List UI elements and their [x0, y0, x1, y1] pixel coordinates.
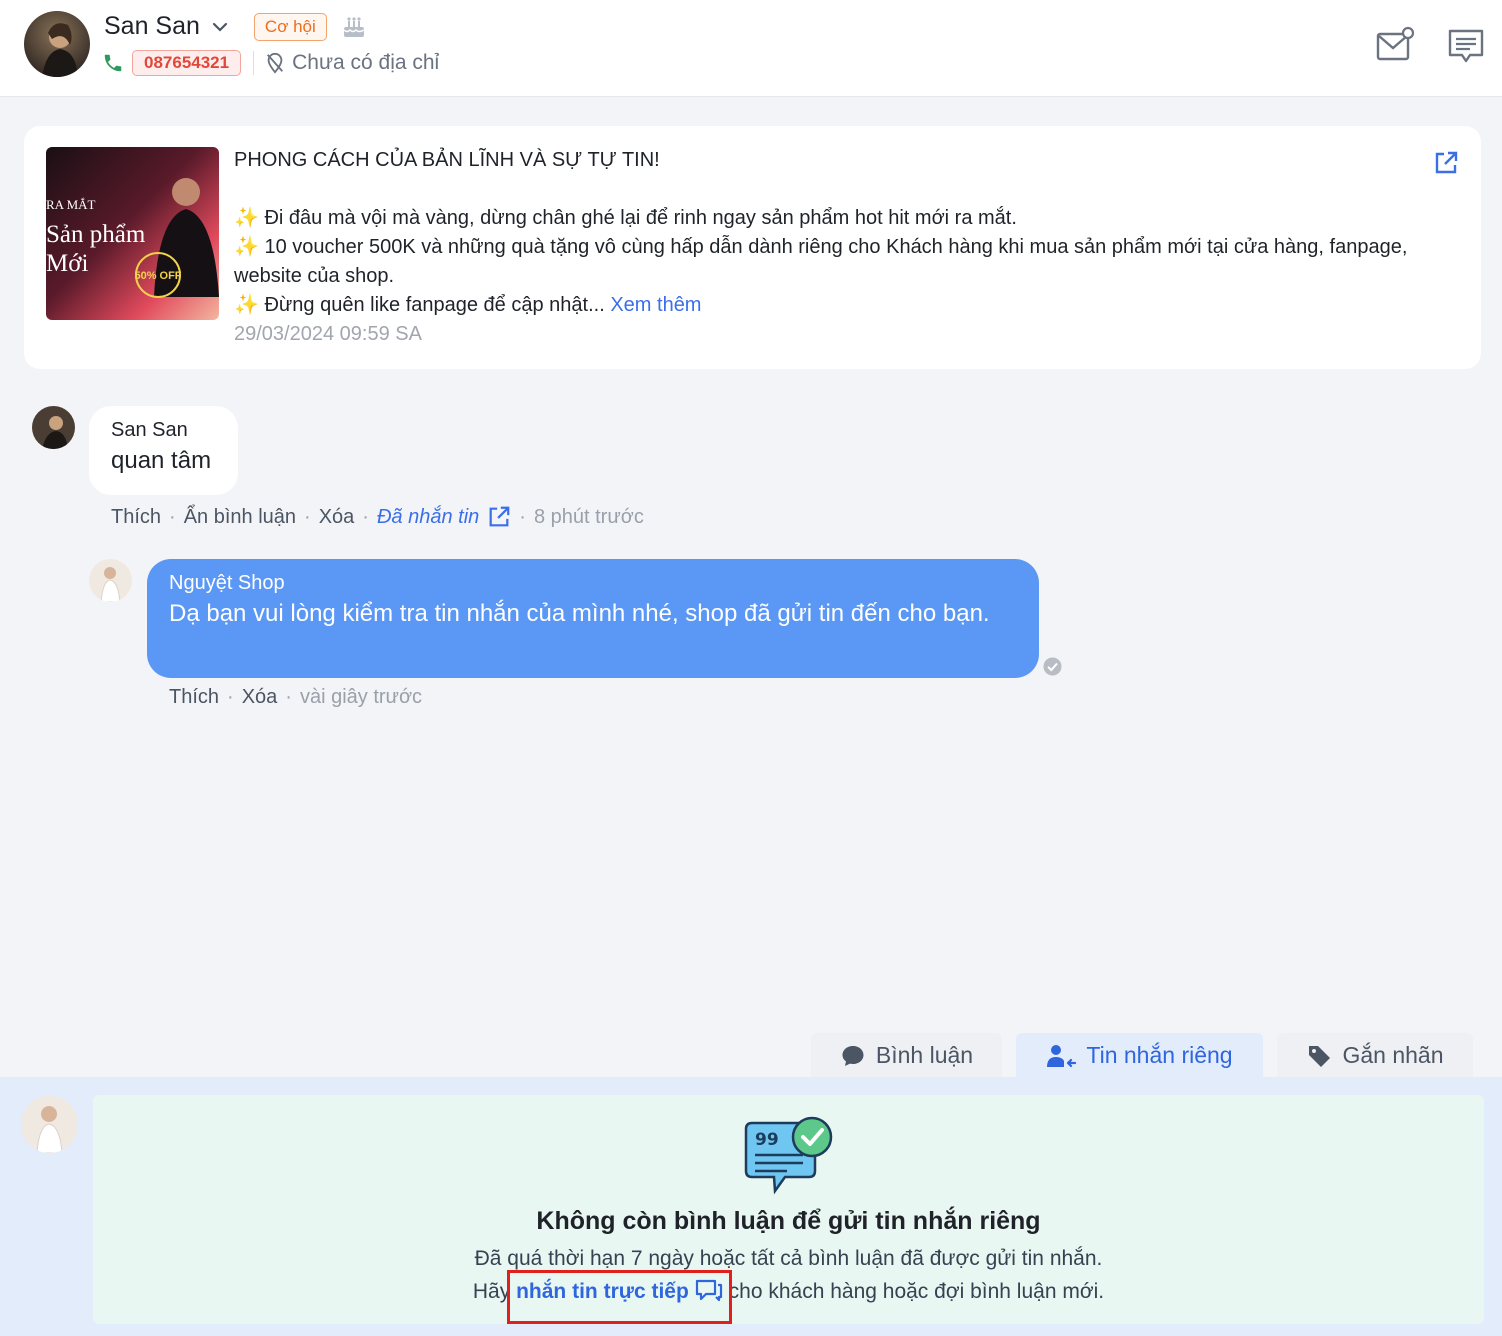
- thumb-line3: Mới: [46, 250, 88, 277]
- note-icon[interactable]: [1446, 26, 1486, 66]
- user-reply-icon: [1047, 1044, 1077, 1067]
- thumb-line1: RA MẮT: [46, 197, 96, 212]
- highlight-annotation: [507, 1270, 732, 1324]
- thumb-sale-text: 50% OFF: [134, 270, 181, 282]
- thumb-line2: Sản phẩm: [46, 221, 146, 248]
- like-button[interactable]: Thích: [169, 686, 219, 709]
- phone-icon[interactable]: [102, 52, 124, 74]
- reply-bubble[interactable]: Nguyệt Shop Dạ bạn vui lòng kiểm tra tin…: [147, 559, 1039, 678]
- birthday-cake-icon: [343, 16, 365, 37]
- location-off-icon: [267, 52, 284, 74]
- hide-comment-button[interactable]: Ẩn bình luận: [184, 506, 296, 529]
- post-line: ✨ 10 voucher 500K và những quà tặng vô c…: [234, 236, 1408, 287]
- comment-author: San San: [111, 419, 188, 441]
- tab-tag-label: Gắn nhãn: [1342, 1042, 1444, 1068]
- comment-time: 8 phút trước: [533, 505, 644, 528]
- reply-text: Dạ bạn vui lòng kiểm tra tin nhắn của mì…: [169, 600, 990, 627]
- divider: [253, 51, 255, 75]
- customer-name[interactable]: San San: [104, 12, 200, 41]
- open-external-icon[interactable]: [1433, 150, 1459, 176]
- no-comment-notice: 99 Không còn bình luận để gửi tin nhắn r…: [93, 1095, 1484, 1324]
- chevron-down-icon[interactable]: [210, 17, 230, 37]
- opportunity-badge[interactable]: Cơ hội: [253, 12, 327, 41]
- post-line: ✨ Đi đâu mà vội mà vàng, dừng chân ghé l…: [234, 207, 1017, 229]
- notice-title: Không còn bình luận để gửi tin nhắn riên…: [536, 1207, 1041, 1235]
- mail-notification-icon[interactable]: [1375, 26, 1415, 66]
- post-thumbnail[interactable]: 50% OFF RA MẮT Sản phẩm Mới: [46, 147, 219, 320]
- post-content: PHONG CÁCH CỦA BẢN LĨNH VÀ SỰ TỰ TIN! ✨ …: [234, 146, 1414, 349]
- notice-line2: Hãy nhắn tin trực tiếp cho khách hàng ho…: [93, 1278, 1484, 1304]
- post-card: 50% OFF RA MẮT Sản phẩm Mới PHONG CÁCH C…: [24, 126, 1481, 369]
- phone-number[interactable]: 087654321: [132, 50, 242, 76]
- customer-avatar[interactable]: [24, 11, 90, 77]
- sent-check-icon: [1043, 657, 1062, 676]
- delete-button[interactable]: Xóa: [319, 506, 355, 529]
- see-more-link[interactable]: Xem thêm: [610, 294, 701, 316]
- like-button[interactable]: Thích: [111, 506, 161, 529]
- tag-icon: [1309, 1045, 1331, 1067]
- notice-line1: Đã quá thời hạn 7 ngày hoặc tất cả bình …: [474, 1247, 1103, 1270]
- comment-actions: Thích · Ẩn bình luận · Xóa · Đã nhắn tin…: [111, 505, 644, 529]
- shop-avatar[interactable]: [89, 559, 132, 602]
- messaged-link[interactable]: Đã nhắn tin: [377, 506, 479, 529]
- svg-text:99: 99: [755, 1130, 779, 1150]
- post-timestamp: 29/03/2024 09:59 SA: [234, 323, 422, 345]
- agent-avatar: [21, 1096, 78, 1153]
- customer-address: Chưa có địa chỉ: [292, 51, 440, 74]
- notice-prefix: Hãy: [472, 1280, 511, 1303]
- reply-actions: Thích · Xóa · vài giây trước: [169, 686, 423, 709]
- commenter-avatar[interactable]: [32, 406, 75, 449]
- tab-comment-label: Bình luận: [875, 1042, 974, 1068]
- open-external-icon[interactable]: [487, 505, 511, 529]
- comment-bubble-icon: [842, 1045, 864, 1066]
- delete-button[interactable]: Xóa: [242, 686, 278, 709]
- comment-bubble[interactable]: San San quan tâm: [89, 406, 238, 495]
- reply-author: Nguyệt Shop: [169, 572, 285, 594]
- tab-tag[interactable]: Gắn nhãn: [1277, 1033, 1473, 1078]
- tab-private-message-label: Tin nhắn riêng: [1086, 1042, 1233, 1068]
- chat-check-illustration-icon: 99: [744, 1116, 833, 1195]
- comment-text: quan tâm: [111, 447, 212, 474]
- conversation-header: San San Cơ hội 087654321 Chưa có địa chỉ: [0, 0, 1502, 97]
- tab-private-message[interactable]: Tin nhắn riêng: [1016, 1033, 1263, 1078]
- notice-suffix: cho khách hàng hoặc đợi bình luận mới.: [728, 1280, 1105, 1303]
- reply-time: vài giây trước: [299, 686, 423, 708]
- tab-comment[interactable]: Bình luận: [811, 1033, 1002, 1078]
- post-title: PHONG CÁCH CỦA BẢN LĨNH VÀ SỰ TỰ TIN!: [234, 149, 660, 171]
- post-line: ✨ Đừng quên like fanpage để cập nhật...: [234, 294, 605, 316]
